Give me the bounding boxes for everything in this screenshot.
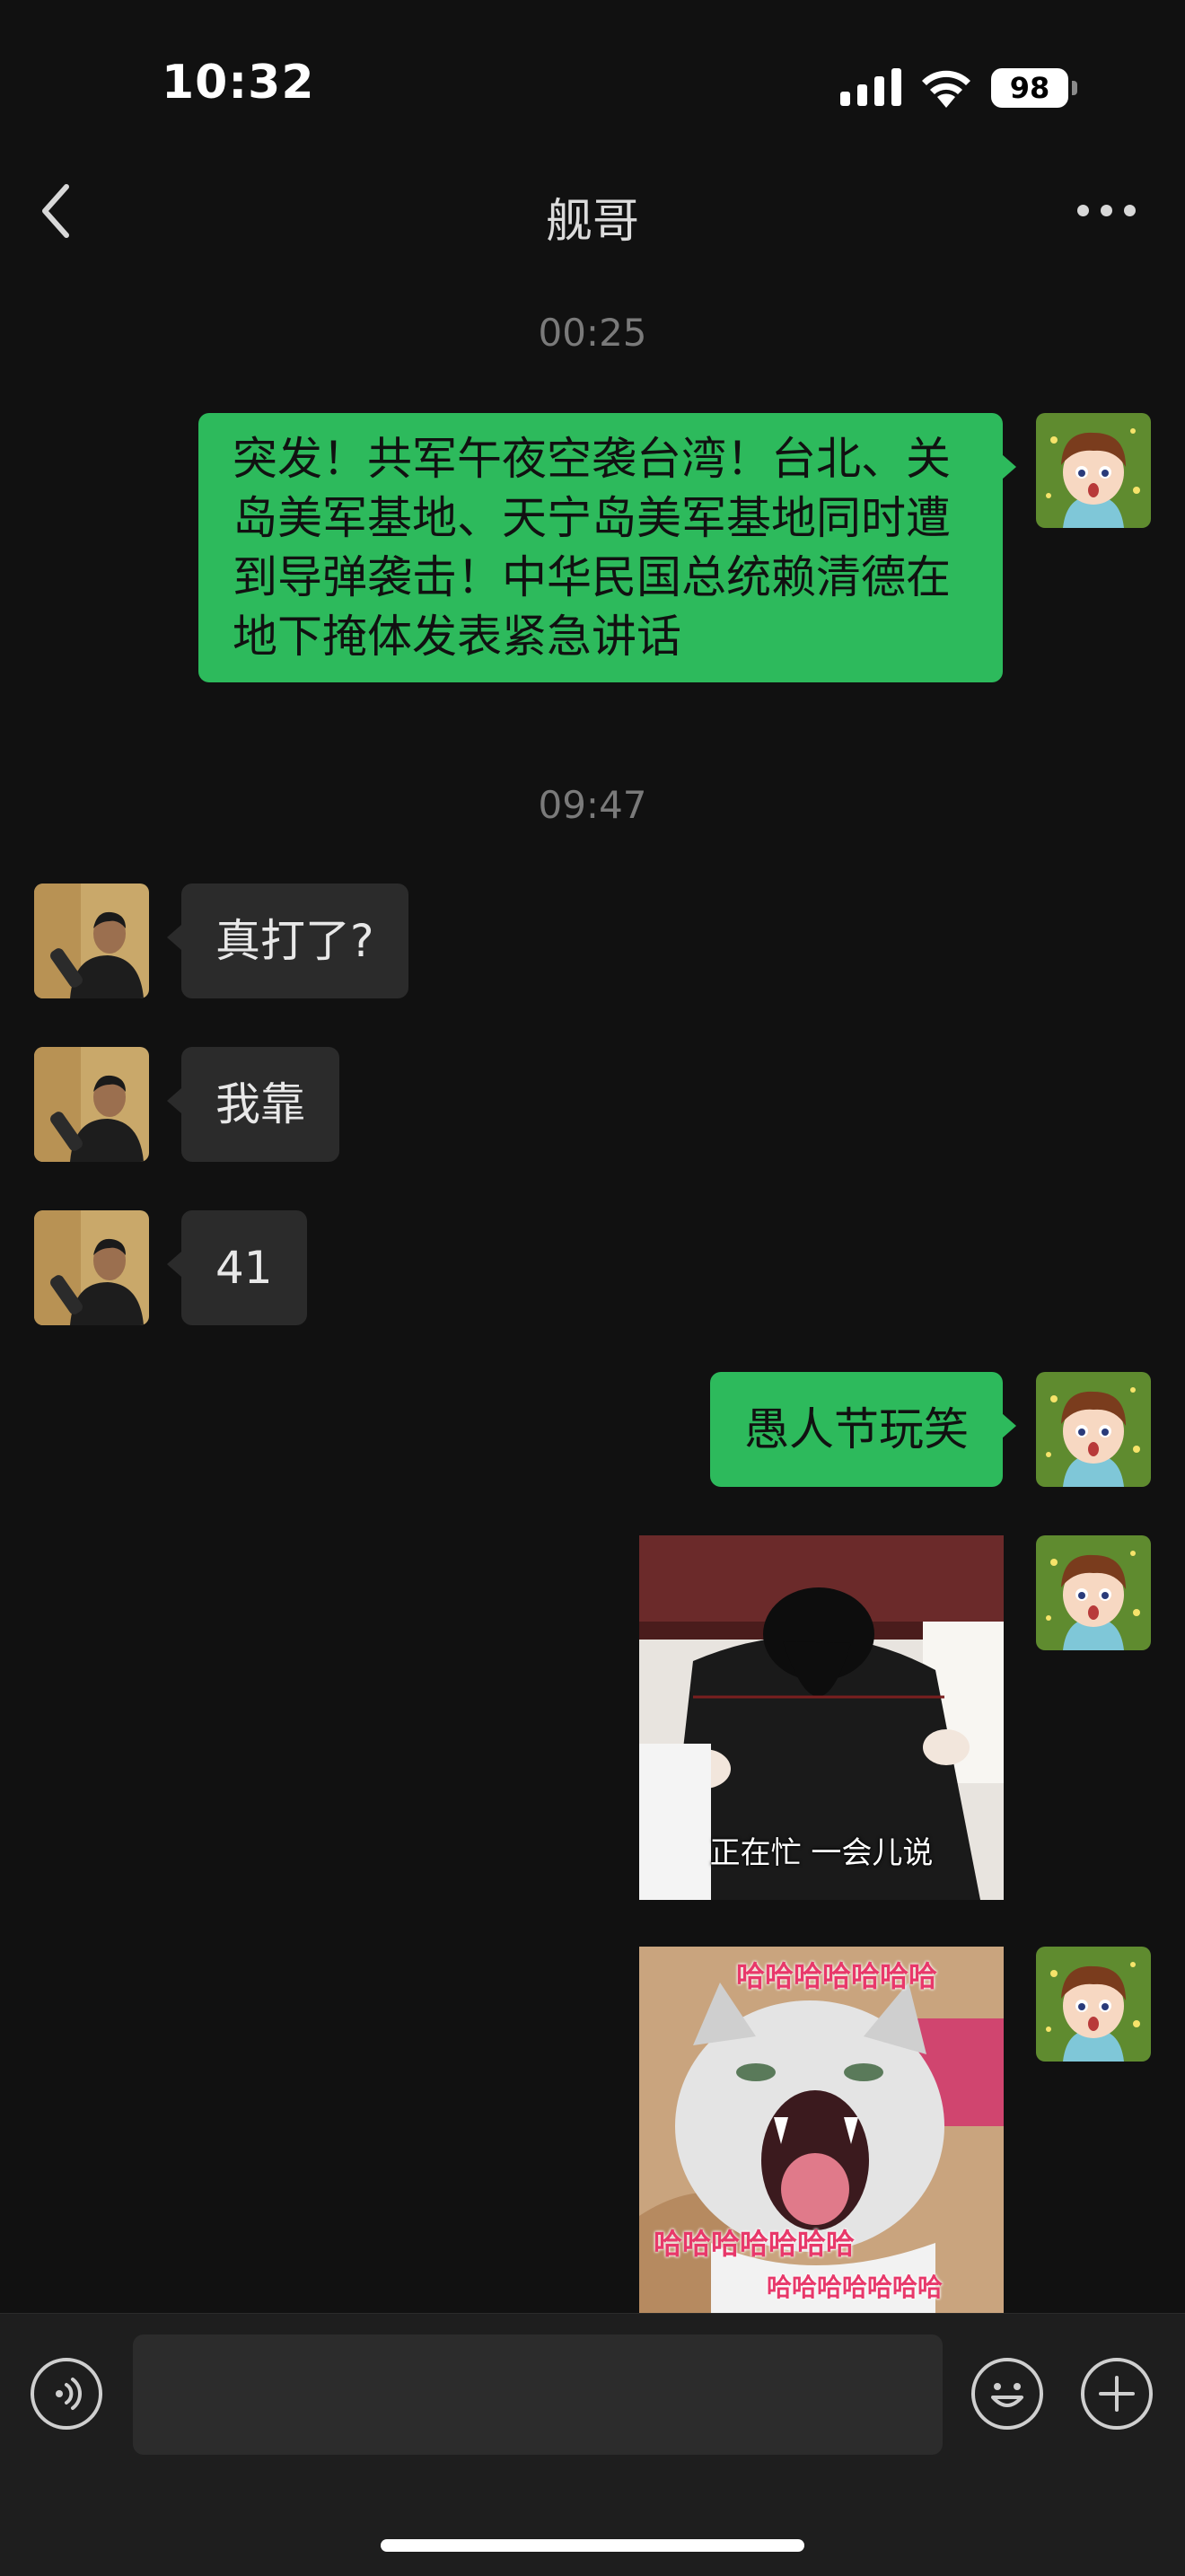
message-input[interactable] [133,2334,943,2455]
status-time: 10:32 [162,56,315,110]
sticker-caption: 正在忙 一会儿说 [709,1835,934,1871]
cellular-signal-icon [840,68,901,106]
sticker-text: 哈哈哈哈哈哈哈 [767,2273,944,2302]
contact-avatar[interactable] [34,884,149,998]
sticker-image[interactable]: 哈哈哈哈哈哈哈 哈哈哈哈哈哈哈 哈哈哈哈哈哈哈 [639,1947,1004,2313]
battery-level: 98 [1009,71,1050,105]
contact-avatar[interactable] [34,1210,149,1325]
message-bubble-sent[interactable]: 突发！共军午夜空袭台湾！台北、关岛美军基地、天宁岛美军基地同时遭到导弹袭击！中华… [198,413,1003,682]
timestamp: 09:47 [538,783,647,827]
my-avatar[interactable] [1036,1372,1151,1487]
battery-icon: 98 [991,68,1077,108]
my-avatar[interactable] [1036,1535,1151,1650]
sticker-image[interactable]: 正在忙 一会儿说 [639,1535,1004,1900]
message-bubble-received[interactable]: 41 [181,1210,307,1325]
more-dots-icon[interactable] [1074,199,1138,221]
sticker-text: 哈哈哈哈哈哈哈 [736,1959,938,1993]
voice-icon[interactable] [31,2358,102,2430]
sticker-text: 哈哈哈哈哈哈哈 [654,2227,856,2261]
emoji-icon[interactable] [971,2358,1043,2430]
plus-icon[interactable] [1081,2358,1153,2430]
message-bubble-received[interactable]: 我靠 [181,1047,339,1162]
chat-title: 舰哥 [545,195,639,249]
wifi-icon [922,70,970,108]
contact-avatar[interactable] [34,1047,149,1162]
timestamp: 00:25 [538,311,647,355]
home-indicator[interactable] [381,2539,804,2552]
message-bubble-received[interactable]: 真打了? [181,884,408,998]
my-avatar[interactable] [1036,1947,1151,2062]
my-avatar[interactable] [1036,413,1151,528]
message-bubble-sent[interactable]: 愚人节玩笑 [710,1372,1003,1487]
